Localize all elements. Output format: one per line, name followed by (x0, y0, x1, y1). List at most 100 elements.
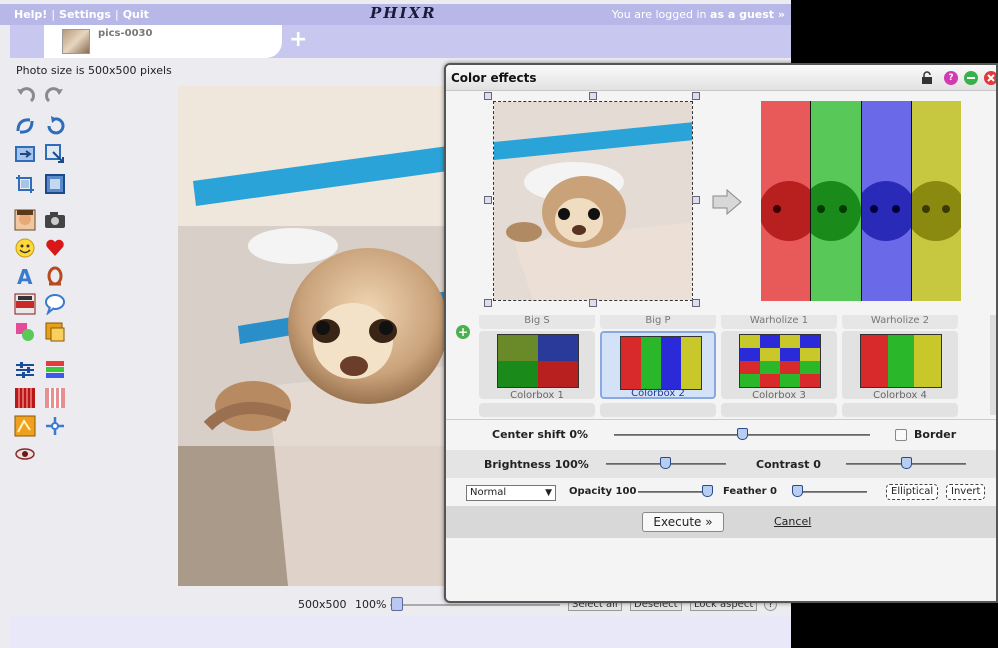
arrow-right-icon (711, 188, 743, 218)
tab-bar: pics-0030 + (10, 25, 791, 58)
rotate-icon[interactable] (44, 115, 66, 137)
effect-row-next-2[interactable] (600, 403, 716, 417)
invert-button[interactable]: Invert (946, 484, 986, 500)
blend-mode-select[interactable]: Normal ▼ (466, 485, 556, 501)
tab-label: pics-0030 (98, 28, 153, 39)
minimize-icon[interactable] (964, 71, 978, 85)
contrast-slider-knob[interactable] (901, 457, 912, 469)
crop-handle-left[interactable] (484, 196, 492, 204)
crop-handle-right[interactable] (692, 196, 700, 204)
dialog-titlebar[interactable]: Color effects ? (446, 65, 996, 91)
effect-caption: Colorbox 3 (752, 390, 806, 401)
effect-label-big-p[interactable]: Big P (600, 315, 716, 329)
brightness-label: Brightness 100% (484, 458, 589, 471)
border-checkbox[interactable] (895, 429, 907, 441)
brightness-slider-knob[interactable] (660, 457, 671, 469)
feather-slider-knob[interactable] (792, 485, 803, 497)
opacity-label: Opacity 100 (569, 486, 637, 497)
effect-label-big-s[interactable]: Big S (479, 315, 595, 329)
effect-colorbox-1[interactable]: Colorbox 1 (479, 331, 595, 401)
undo-icon[interactable] (14, 85, 36, 107)
effect-row-next-4[interactable] (842, 403, 958, 417)
crop-handle-top[interactable] (589, 92, 597, 100)
zoom-slider-track[interactable] (390, 604, 560, 606)
color-effects-dialog: Color effects ? + Big S Big P Warholize … (444, 63, 998, 603)
effect-colorbox-2[interactable]: Colorbox 2 (600, 331, 716, 399)
resize-icon[interactable] (44, 143, 66, 165)
tab-thumbnail (62, 29, 90, 54)
effect-row-next-1[interactable] (479, 403, 595, 417)
adjust-icon[interactable] (14, 359, 36, 381)
feather-label: Feather 0 (723, 486, 778, 497)
zoom-slider-knob[interactable] (391, 597, 403, 611)
help-icon[interactable]: ? (944, 71, 958, 85)
speech-bubble-icon[interactable] (44, 293, 66, 317)
result-strip-red (761, 101, 812, 301)
colorbox-3-thumbnail (739, 334, 821, 388)
pattern-icon[interactable] (44, 387, 66, 409)
face-icon[interactable] (14, 209, 36, 231)
image-dimensions: 500x500 (298, 598, 347, 611)
tab-pics-0030[interactable]: pics-0030 (44, 25, 282, 58)
stripes-icon[interactable] (14, 387, 36, 409)
main-canvas-image[interactable] (178, 86, 448, 586)
effect-row-next-3[interactable] (721, 403, 837, 417)
result-strip-yellow (911, 101, 961, 301)
shapes-icon[interactable] (14, 321, 36, 343)
effect-label-warholize-2[interactable]: Warholize 2 (842, 315, 958, 329)
photo-size-text: Photo size is 500x500 pixels (16, 64, 172, 77)
texture-icon[interactable] (14, 415, 36, 437)
phixr-rules-icon[interactable] (14, 293, 36, 315)
elliptical-button[interactable]: Elliptical (886, 484, 939, 500)
heart-icon[interactable] (44, 237, 66, 259)
quit-link[interactable]: Quit (123, 8, 149, 21)
eye-icon[interactable] (14, 443, 36, 465)
head-icon[interactable] (44, 265, 66, 287)
cancel-link[interactable]: Cancel (774, 515, 811, 528)
resize-canvas-icon[interactable] (14, 143, 36, 165)
source-preview[interactable] (493, 101, 693, 301)
effect-label-warholize-1[interactable]: Warholize 1 (721, 315, 837, 329)
result-preview (761, 101, 961, 301)
result-strip-blue (861, 101, 912, 301)
center-shift-slider-knob[interactable] (737, 428, 748, 440)
result-strip-green (811, 101, 862, 301)
dialog-title: Color effects (451, 71, 537, 85)
frame-icon[interactable] (44, 173, 66, 195)
flip-icon[interactable] (14, 115, 36, 137)
top-menu: Help! | Settings | Quit (14, 8, 149, 21)
layers-icon[interactable] (44, 321, 66, 343)
effects-scrollbar[interactable] (990, 315, 996, 415)
crop-handle-bottom-left[interactable] (484, 299, 492, 307)
effect-caption: Colorbox 1 (510, 390, 564, 401)
camera-icon[interactable] (44, 209, 66, 231)
close-icon[interactable] (984, 71, 996, 85)
text-icon[interactable]: A (14, 265, 36, 289)
settings-link[interactable]: Settings (59, 8, 111, 21)
help-link[interactable]: Help! (14, 8, 47, 21)
sparkle-icon[interactable] (44, 415, 66, 437)
blend-mode-value: Normal (470, 487, 507, 498)
zoom-level: 100% (355, 598, 387, 611)
effect-colorbox-3[interactable]: Colorbox 3 (721, 331, 837, 401)
add-tab-button[interactable]: + (289, 27, 307, 52)
app-logo: PHIXR (370, 4, 437, 22)
center-shift-row: Center shift 0% Border (446, 419, 996, 449)
execute-button[interactable]: Execute » (642, 512, 724, 532)
crop-handle-top-right[interactable] (692, 92, 700, 100)
lock-icon[interactable] (920, 71, 934, 85)
guest-link[interactable]: as a guest » (710, 8, 785, 21)
opacity-slider-knob[interactable] (702, 485, 713, 497)
colorbox-2-thumbnail (620, 336, 702, 390)
add-effect-icon[interactable]: + (456, 325, 470, 339)
smiley-icon[interactable] (14, 237, 36, 259)
crop-icon[interactable] (14, 173, 36, 195)
color-bars-icon[interactable] (44, 359, 66, 381)
crop-handle-bottom[interactable] (589, 299, 597, 307)
svg-text:A: A (17, 265, 33, 287)
effect-colorbox-4[interactable]: Colorbox 4 (842, 331, 958, 401)
redo-icon[interactable] (44, 85, 66, 107)
crop-handle-top-left[interactable] (484, 92, 492, 100)
crop-handle-bottom-right[interactable] (692, 299, 700, 307)
feather-slider-track[interactable] (792, 491, 867, 493)
